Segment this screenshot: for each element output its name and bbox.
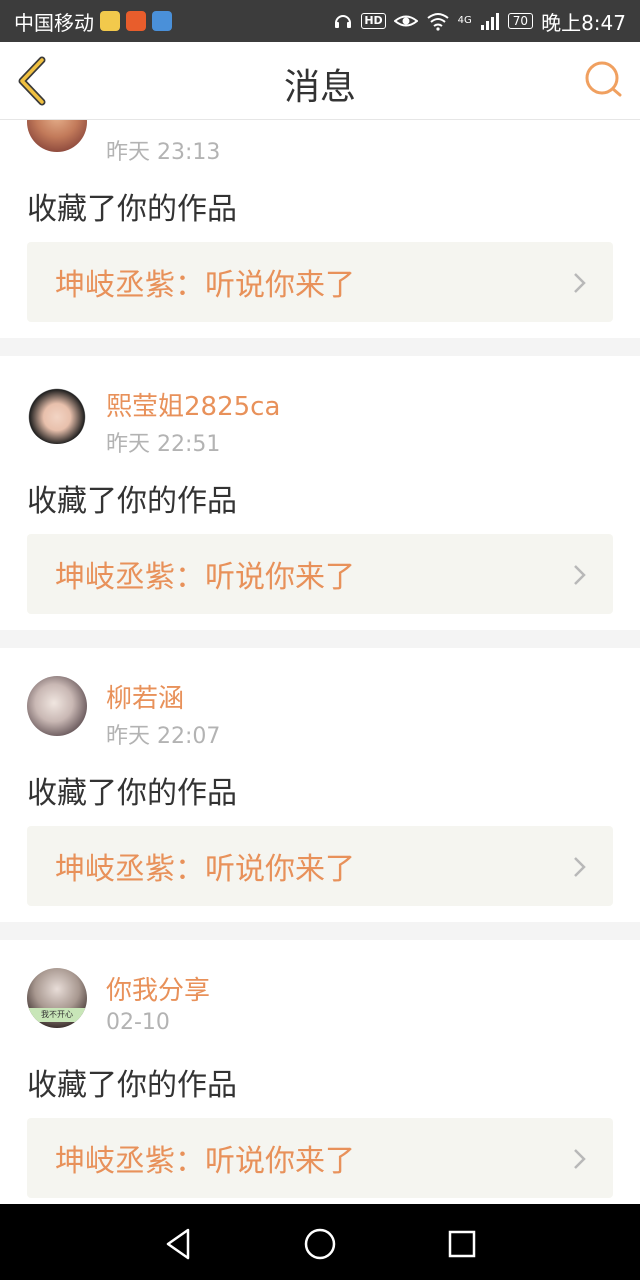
- circle-home-icon: [304, 1228, 336, 1260]
- chevron-right-icon: [574, 1149, 586, 1169]
- network-type: 4G: [457, 14, 472, 26]
- message-time: 昨天 22:07: [106, 724, 221, 749]
- item-separator: [0, 922, 640, 940]
- message-item: 熙莹姐2825ca 昨天 22:51 收藏了你的作品 坤岐丞紫：听说你来了: [0, 356, 640, 630]
- avatar[interactable]: [27, 120, 87, 152]
- square-recents-icon: [448, 1230, 476, 1258]
- chevron-right-icon: [574, 857, 586, 877]
- triangle-back-icon: [166, 1228, 190, 1260]
- item-separator: [0, 338, 640, 356]
- video-app-icon: [126, 11, 146, 31]
- status-left: 中国移动: [14, 7, 172, 36]
- action-text: 收藏了你的作品: [27, 192, 237, 227]
- message-time: 昨天 22:51: [106, 432, 221, 457]
- system-navigation-bar: [0, 1204, 640, 1280]
- action-text: 收藏了你的作品: [27, 776, 237, 811]
- hd-badge: HD: [361, 13, 386, 29]
- message-item: 安安 昨天 23:13 收藏了你的作品 坤岐丞紫：听说你来了: [0, 120, 640, 338]
- top-navigation-bar: 消息: [0, 42, 640, 120]
- quoted-work-card[interactable]: 坤岐丞紫：听说你来了: [27, 534, 613, 614]
- system-recents-button[interactable]: [442, 1224, 482, 1264]
- system-home-button[interactable]: [300, 1224, 340, 1264]
- action-text: 收藏了你的作品: [27, 1068, 237, 1103]
- action-text: 收藏了你的作品: [27, 484, 237, 519]
- status-right: HD 4G 70 晚上8:47: [333, 7, 626, 36]
- quoted-work-text: 坤岐丞紫：听说你来了: [55, 1144, 355, 1179]
- quoted-work-text: 坤岐丞紫：听说你来了: [55, 852, 355, 887]
- notification-app-icon: [100, 11, 120, 31]
- message-list[interactable]: 安安 昨天 23:13 收藏了你的作品 坤岐丞紫：听说你来了 熙莹姐2825ca…: [0, 120, 640, 1204]
- message-item: 我不开心 你我分享 02-10 收藏了你的作品 坤岐丞紫：听说你来了: [0, 940, 640, 1204]
- message-time: 昨天 23:13: [106, 140, 221, 165]
- search-button[interactable]: [582, 58, 626, 102]
- quoted-work-card[interactable]: 坤岐丞紫：听说你来了: [27, 242, 613, 322]
- status-bar: 中国移动 HD 4G 70 晚上8:47: [0, 0, 640, 42]
- message-item: 柳若涵 昨天 22:07 收藏了你的作品 坤岐丞紫：听说你来了: [0, 648, 640, 922]
- battery-level: 70: [507, 13, 534, 29]
- eye-icon: [393, 12, 418, 30]
- search-icon: [585, 61, 622, 97]
- avatar-caption: 我不开心: [27, 1008, 87, 1022]
- item-separator: [0, 630, 640, 648]
- quoted-work-card[interactable]: 坤岐丞紫：听说你来了: [27, 1118, 613, 1198]
- avatar[interactable]: [27, 384, 87, 444]
- username-link[interactable]: 柳若涵: [106, 678, 184, 715]
- chevron-right-icon: [574, 273, 586, 293]
- avatar[interactable]: 我不开心: [27, 968, 87, 1028]
- username-link[interactable]: 你我分享: [106, 970, 210, 1007]
- headphones-icon: [333, 11, 353, 31]
- signal-icon: [480, 11, 500, 31]
- wifi-icon: [426, 11, 450, 31]
- username-link[interactable]: 熙莹姐2825ca: [106, 386, 280, 423]
- quoted-work-text: 坤岐丞紫：听说你来了: [55, 560, 355, 595]
- quoted-work-card[interactable]: 坤岐丞紫：听说你来了: [27, 826, 613, 906]
- quoted-work-text: 坤岐丞紫：听说你来了: [55, 268, 355, 303]
- system-back-button[interactable]: [158, 1224, 198, 1264]
- clock: 晚上8:47: [541, 10, 626, 35]
- avatar[interactable]: [27, 676, 87, 736]
- carrier-label: 中国移动: [14, 10, 94, 35]
- page-title: 消息: [283, 67, 356, 108]
- messenger-app-icon: [152, 11, 172, 31]
- message-time: 02-10: [106, 1010, 170, 1035]
- chevron-right-icon: [574, 565, 586, 585]
